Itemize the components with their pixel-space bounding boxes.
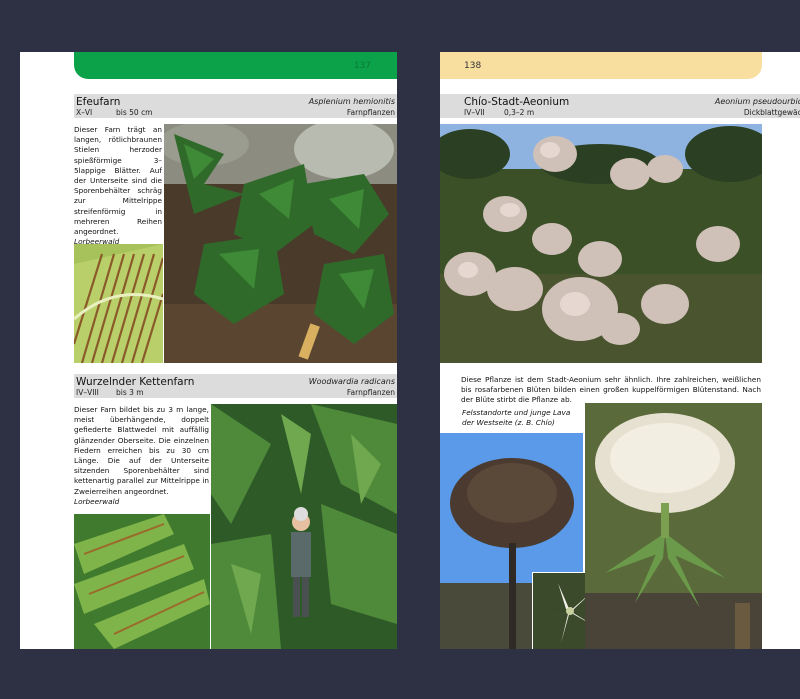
right-page: 138 Chío-Stadt-Aeonium IV–VII 0,3–2 m Ae… [440,52,800,649]
species-description: Diese Pflanze ist dem Stadt-Aeonium sehr… [461,375,761,406]
plant-size: bis 3 m [116,388,144,397]
scientific-name: Aeonium pseudourbicum [714,97,800,106]
species-name: Efeufarn [76,96,121,108]
page-number: 138 [464,61,482,71]
species-header-kettenfarn: Wurzelnder Kettenfarn IV–VIII bis 3 m Wo… [74,374,397,398]
description-text: Dieser Farn trägt an langen, rötlichbrau… [74,125,162,237]
species-header-efeufarn: Efeufarn X–VI bis 50 cm Asplenium hemion… [74,94,397,118]
plant-family: Dickblattgewächse [743,108,800,117]
plant-size: 0,3–2 m [504,108,535,117]
giant-fern-with-person-photo [211,404,397,649]
plant-family: Farnpflanzen [346,388,395,397]
plant-size: bis 50 cm [116,108,153,117]
species-description: Dieser Farn trägt an langen, rötlichbrau… [74,125,162,247]
scientific-name: Woodwardia radicans [308,377,395,386]
page-number: 137 [353,61,371,71]
fern-frond-underside-photo [74,244,163,363]
flowering-period: IV–VIII [76,388,99,397]
habitat-text: Lorbeerwald [74,496,120,506]
page-header-band: 138 [440,52,762,79]
aeonium-inflorescence-photo [585,403,762,649]
left-page: 137 Efeufarn X–VI bis 50 cm Asplenium he… [20,52,397,649]
scientific-name: Asplenium hemionitis [308,97,395,106]
flowering-period: IV–VII [464,108,485,117]
description-text: Diese Pflanze ist dem Stadt-Aeonium sehr… [461,375,761,405]
species-name: Chío-Stadt-Aeonium [464,96,570,108]
habitat-text: Felsstandorte und junge Lava der Westsei… [462,408,571,428]
fern-leaflet-photo [74,514,210,649]
fern-forest-photo [164,124,397,363]
page-header-band: 137 [74,52,397,79]
species-description: Dieser Farn bildet bis zu 3 m lange, mei… [74,405,209,507]
flowering-period: X–VI [76,108,93,117]
habitat-block: Felsstandorte und junge Lava der Westsei… [462,408,582,428]
species-name: Wurzelnder Kettenfarn [76,376,195,388]
description-text: Dieser Farn bildet bis zu 3 m lange, mei… [74,405,209,496]
aeonium-field-photo [440,124,762,363]
species-header-aeonium: Chío-Stadt-Aeonium IV–VII 0,3–2 m Aeoniu… [440,94,800,118]
plant-family: Farnpflanzen [346,108,395,117]
